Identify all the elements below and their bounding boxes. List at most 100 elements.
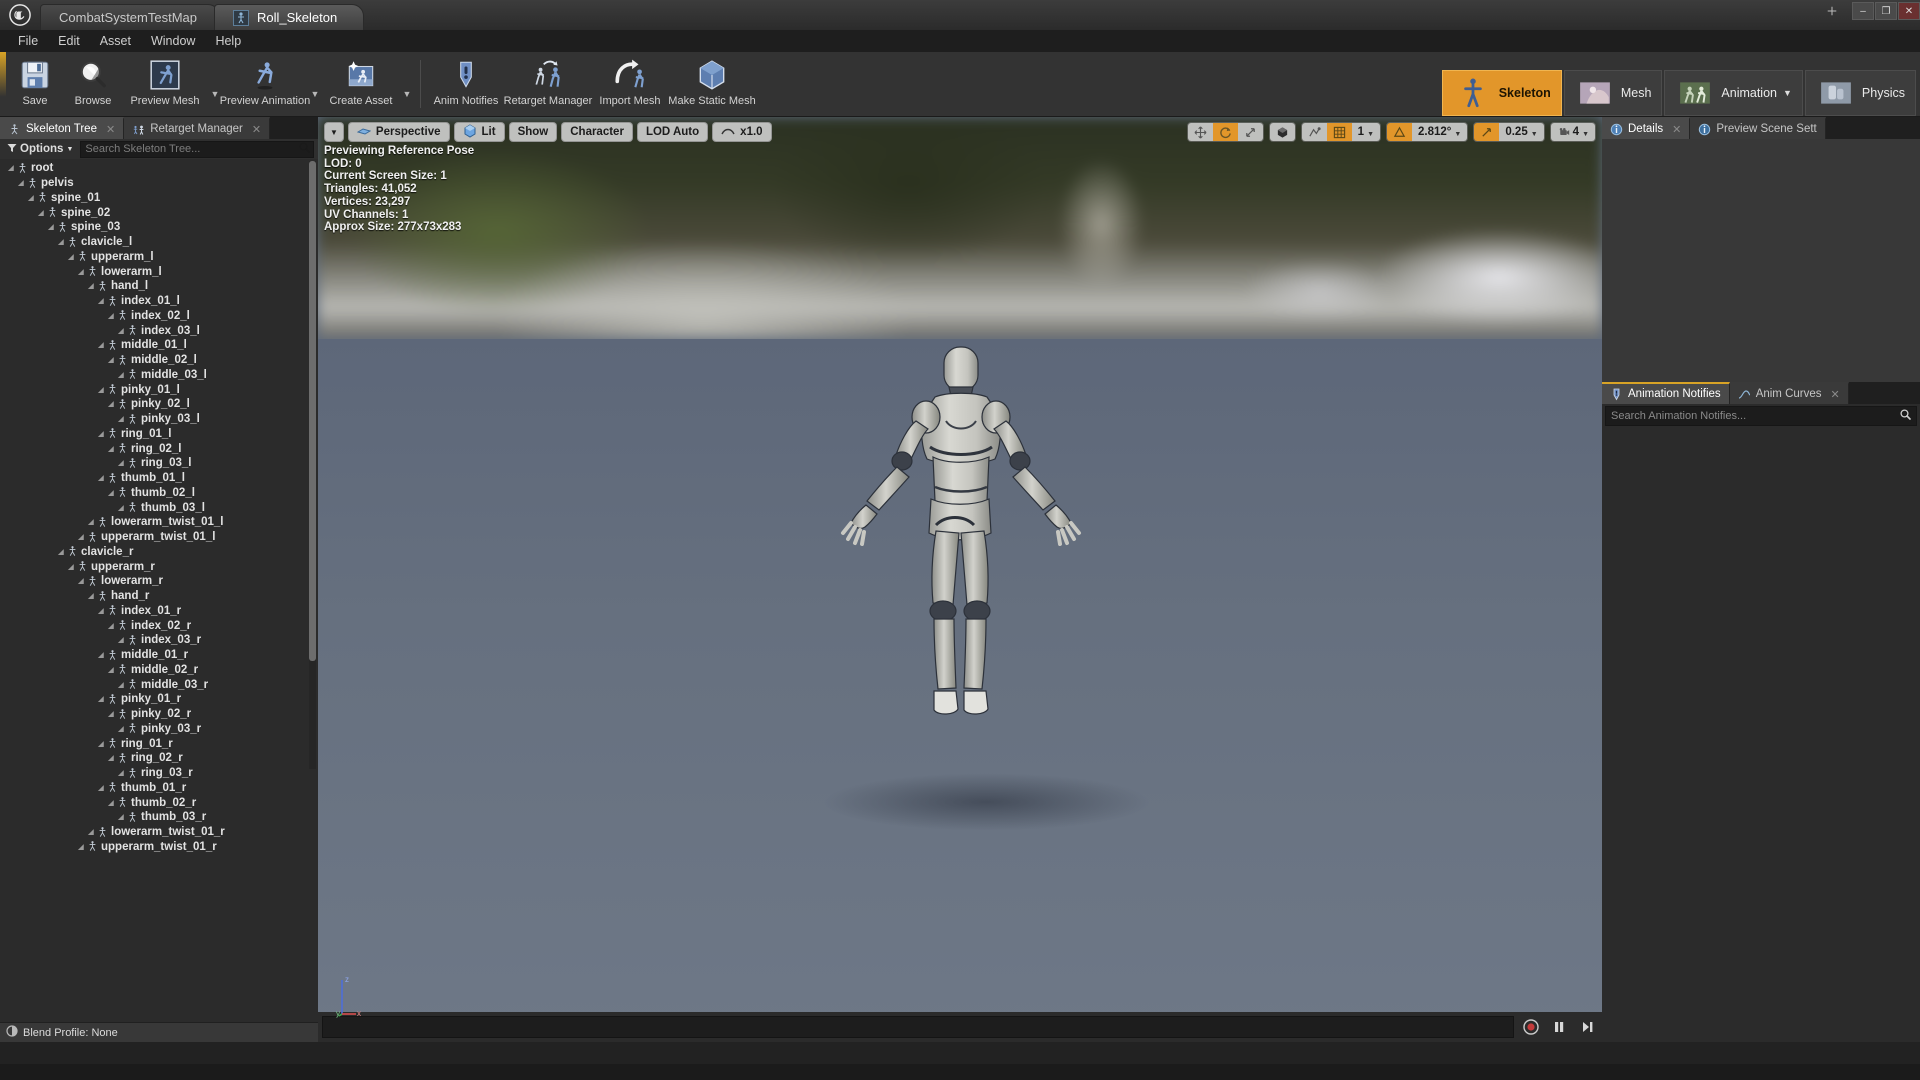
tree-node-ring_02_l[interactable]: ◢ ring_02_l [0, 441, 318, 456]
tab-animation-notifies[interactable]: Animation Notifies [1602, 382, 1730, 404]
surface-snap-button[interactable] [1301, 123, 1327, 141]
scrollbar-thumb[interactable] [309, 161, 316, 661]
tree-node-pinky_03_l[interactable]: ◢ pinky_03_l [0, 412, 318, 427]
maximize-button[interactable]: ❐ [1875, 2, 1897, 20]
tree-node-index_02_r[interactable]: ◢ index_02_r [0, 618, 318, 633]
expand-arrow-icon[interactable]: ◢ [116, 681, 126, 689]
expand-arrow-icon[interactable]: ◢ [76, 533, 86, 541]
record-button[interactable] [1520, 1016, 1542, 1038]
tab-skeleton-tree[interactable]: Skeleton Tree ✕ [0, 117, 125, 139]
menu-item-window[interactable]: Window [141, 32, 205, 50]
make-static-mesh-button[interactable]: Make Static Mesh [668, 52, 756, 116]
expand-arrow-icon[interactable]: ◢ [106, 666, 116, 674]
expand-arrow-icon[interactable]: ◢ [106, 754, 116, 762]
expand-arrow-icon[interactable]: ◢ [96, 784, 106, 792]
chevron-down-icon[interactable]: ▼ [1783, 88, 1792, 98]
scale-tool-button[interactable] [1237, 123, 1263, 141]
coordinate-system-button[interactable] [1268, 122, 1296, 142]
tree-node-thumb_03_r[interactable]: ◢ thumb_03_r [0, 810, 318, 825]
expand-arrow-icon[interactable]: ◢ [86, 828, 96, 836]
expand-arrow-icon[interactable]: ◢ [96, 341, 106, 349]
expand-arrow-icon[interactable]: ◢ [96, 474, 106, 482]
menu-item-asset[interactable]: Asset [90, 32, 141, 50]
preview-animation-dropdown-caret[interactable]: ▼ [308, 52, 322, 116]
expand-arrow-icon[interactable]: ◢ [116, 327, 126, 335]
translate-tool-button[interactable] [1187, 123, 1213, 141]
animation-notifies-list[interactable] [1602, 428, 1920, 1042]
tree-node-spine_02[interactable]: ◢ spine_02 [0, 205, 318, 220]
expand-arrow-icon[interactable]: ◢ [76, 577, 86, 585]
anim-notifies-button[interactable]: Anim Notifies [427, 52, 505, 116]
view-mode-button[interactable]: Lit [453, 122, 505, 142]
tree-node-pinky_02_r[interactable]: ◢ pinky_02_r [0, 707, 318, 722]
close-icon[interactable]: ✕ [252, 123, 261, 136]
angle-snap-button[interactable] [1387, 123, 1412, 141]
expand-arrow-icon[interactable]: ◢ [96, 651, 106, 659]
expand-arrow-icon[interactable]: ◢ [106, 489, 116, 497]
expand-arrow-icon[interactable]: ◢ [16, 179, 26, 187]
expand-arrow-icon[interactable]: ◢ [116, 504, 126, 512]
mode-button-animation[interactable]: Animation ▼ [1664, 70, 1803, 116]
tree-node-thumb_01_r[interactable]: ◢ thumb_01_r [0, 781, 318, 796]
scale-snap-button[interactable] [1474, 123, 1500, 141]
mode-button-physics[interactable]: Physics [1804, 70, 1916, 116]
tree-node-ring_03_r[interactable]: ◢ ring_03_r [0, 766, 318, 781]
tree-node-thumb_02_l[interactable]: ◢ thumb_02_l [0, 486, 318, 501]
expand-arrow-icon[interactable]: ◢ [26, 194, 36, 202]
tree-node-hand_l[interactable]: ◢ hand_l [0, 279, 318, 294]
expand-arrow-icon[interactable]: ◢ [76, 268, 86, 276]
search-skeleton-tree-input[interactable] [80, 140, 314, 158]
tree-node-upperarm_l[interactable]: ◢ upperarm_l [0, 250, 318, 265]
expand-arrow-icon[interactable]: ◢ [46, 223, 56, 231]
tree-node-clavicle_l[interactable]: ◢ clavicle_l [0, 235, 318, 250]
tree-node-middle_02_r[interactable]: ◢ middle_02_r [0, 663, 318, 678]
pause-button[interactable] [1548, 1016, 1570, 1038]
tree-node-middle_03_r[interactable]: ◢ middle_03_r [0, 677, 318, 692]
expand-arrow-icon[interactable]: ◢ [106, 356, 116, 364]
tree-node-thumb_03_l[interactable]: ◢ thumb_03_l [0, 500, 318, 515]
create-asset-button[interactable]: Create Asset [322, 52, 400, 116]
expand-arrow-icon[interactable]: ◢ [6, 164, 16, 172]
camera-speed-button[interactable]: 4 ▼ [1550, 123, 1595, 141]
search-animation-notifies-input[interactable] [1605, 406, 1917, 426]
window-tab-combatsystemtestmap[interactable]: CombatSystemTestMap [40, 4, 220, 30]
tab-details[interactable]: Details ✕ [1602, 117, 1691, 139]
tree-node-middle_03_l[interactable]: ◢ middle_03_l [0, 368, 318, 383]
expand-arrow-icon[interactable]: ◢ [96, 740, 106, 748]
tree-node-spine_03[interactable]: ◢ spine_03 [0, 220, 318, 235]
expand-arrow-icon[interactable]: ◢ [106, 799, 116, 807]
expand-arrow-icon[interactable]: ◢ [66, 563, 76, 571]
close-icon[interactable]: ✕ [106, 123, 115, 136]
tree-node-pinky_03_r[interactable]: ◢ pinky_03_r [0, 722, 318, 737]
tree-node-middle_01_r[interactable]: ◢ middle_01_r [0, 648, 318, 663]
window-tab-roll-skeleton[interactable]: Roll_Skeleton [214, 4, 364, 30]
close-icon[interactable]: ✕ [1831, 388, 1840, 401]
close-icon[interactable]: ✕ [1672, 123, 1681, 136]
expand-arrow-icon[interactable]: ◢ [106, 400, 116, 408]
tree-node-upperarm_r[interactable]: ◢ upperarm_r [0, 559, 318, 574]
expand-arrow-icon[interactable]: ◢ [86, 592, 96, 600]
expand-arrow-icon[interactable]: ◢ [106, 445, 116, 453]
tab-anim-curves[interactable]: Anim Curves ✕ [1729, 382, 1849, 404]
expand-arrow-icon[interactable]: ◢ [86, 518, 96, 526]
angle-snap-value[interactable]: 2.812° ▼ [1412, 123, 1468, 141]
expand-arrow-icon[interactable]: ◢ [116, 636, 126, 644]
expand-arrow-icon[interactable]: ◢ [56, 238, 66, 246]
tree-node-ring_02_r[interactable]: ◢ ring_02_r [0, 751, 318, 766]
tab-retarget-manager[interactable]: Retarget Manager ✕ [124, 117, 271, 139]
lod-button[interactable]: LOD Auto [636, 122, 709, 142]
expand-arrow-icon[interactable]: ◢ [96, 386, 106, 394]
expand-arrow-icon[interactable]: ◢ [96, 695, 106, 703]
mode-button-mesh[interactable]: Mesh [1563, 70, 1663, 116]
expand-arrow-icon[interactable]: ◢ [116, 459, 126, 467]
import-mesh-button[interactable]: Import Mesh [591, 52, 669, 116]
expand-arrow-icon[interactable]: ◢ [106, 622, 116, 630]
expand-arrow-icon[interactable]: ◢ [116, 813, 126, 821]
expand-arrow-icon[interactable]: ◢ [116, 371, 126, 379]
expand-arrow-icon[interactable]: ◢ [116, 415, 126, 423]
expand-arrow-icon[interactable]: ◢ [96, 297, 106, 305]
menu-item-help[interactable]: Help [205, 32, 251, 50]
search-input-field[interactable] [85, 143, 309, 155]
retarget-manager-button[interactable]: Retarget Manager [504, 52, 592, 116]
camera-speed-group[interactable]: 4 ▼ [1549, 122, 1596, 142]
